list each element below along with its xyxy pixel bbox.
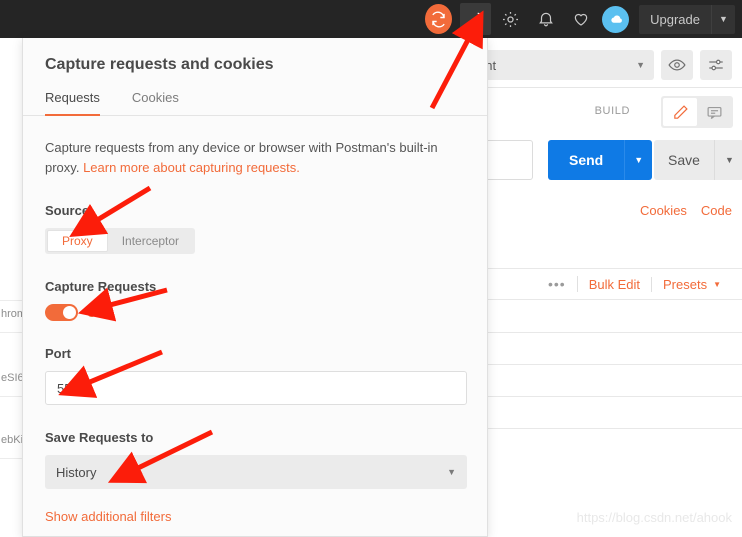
modal-tab-bar: Requests Cookies [23,90,487,116]
sidebar-fragment-column: hrom eSI6 ebKit [0,38,22,537]
show-additional-filters-link[interactable]: Show additional filters [45,509,465,524]
send-button-group[interactable]: Send ▼ [548,140,653,180]
sidebar-fragment-0: hrom [1,308,22,320]
favorites-button[interactable] [565,3,596,35]
settings-button[interactable] [495,3,526,35]
source-label: Source [45,203,90,219]
capture-toggle-row: ON [45,304,465,322]
sliders-icon-button[interactable] [700,50,732,80]
edit-mode-button[interactable] [663,98,697,126]
cloud-icon [610,15,622,23]
satellite-icon [468,12,483,26]
save-requests-to-label: Save Requests to [45,430,154,446]
chevron-down-icon: ▼ [447,467,456,478]
send-button[interactable]: Send [548,140,625,180]
save-requests-to-value: History [56,464,97,480]
code-link[interactable]: Code [701,203,732,218]
port-input[interactable]: 5555 [45,371,467,406]
presets-label: Presets [663,276,708,292]
port-input-value: 5555 [57,380,86,396]
presets-link[interactable]: Presets ▼ [652,277,732,292]
chevron-down-icon: ▼ [713,279,721,289]
save-button-group[interactable]: Save ▼ [654,140,742,180]
eye-icon [668,59,686,71]
capture-requests-label: Capture Requests [45,279,157,295]
app-root: vironment ▼ BUILD [0,0,742,537]
bell-icon [538,12,553,27]
capture-requests-button[interactable] [460,3,492,35]
watermark: https://blog.csdn.net/ahook [576,510,732,525]
request-links: Cookies Code [640,203,732,218]
topbar-icon-group: Upgrade ▼ [423,0,742,38]
gear-icon [503,11,519,27]
build-label: BUILD [594,105,630,117]
chevron-down-icon: ▼ [636,60,645,70]
capture-requests-modal: Capture requests and cookies Requests Co… [22,38,488,537]
save-button[interactable]: Save [654,140,714,180]
source-segmented-control[interactable]: Proxy Interceptor [45,228,196,255]
cookies-link[interactable]: Cookies [640,203,687,218]
port-label: Port [45,346,71,362]
top-navigation-bar: Upgrade ▼ [0,0,742,38]
bulk-edit-link[interactable]: Bulk Edit [578,276,652,292]
upgrade-button[interactable]: Upgrade [639,5,711,34]
source-option-proxy[interactable]: Proxy [47,230,108,253]
toggle-knob [63,306,76,320]
sync-badge [425,4,453,34]
sidebar-fragment-2: ebKit [1,434,22,446]
capture-toggle-state-label: ON [87,305,105,320]
modal-title: Capture requests and cookies [45,56,274,73]
save-requests-to-select[interactable]: History ▼ [45,455,467,490]
eye-icon-button[interactable] [661,50,693,80]
pencil-icon [673,104,688,119]
more-options-icon[interactable]: ••• [537,276,578,292]
sidebar-fragment-1: eSI6 [1,372,22,384]
comment-icon [707,106,721,119]
sync-button[interactable] [425,3,456,35]
capture-requests-toggle[interactable] [45,304,78,322]
learn-more-link[interactable]: Learn more about capturing requests. [83,160,300,175]
upgrade-button-group[interactable]: Upgrade ▼ [639,4,735,34]
modal-body: Capture requests from any device or brow… [23,116,487,524]
comment-mode-button[interactable] [697,98,731,126]
sync-icon [432,11,445,27]
save-dropdown-caret-icon[interactable]: ▼ [713,140,742,180]
account-button[interactable] [602,5,630,33]
chevron-down-icon[interactable]: ▼ [711,4,735,34]
modal-description: Capture requests from any device or brow… [45,138,445,178]
build-mode-toggle[interactable] [661,96,733,128]
heart-icon [574,13,587,26]
tab-requests[interactable]: Requests [45,90,100,116]
tab-cookies[interactable]: Cookies [132,90,179,116]
notifications-button[interactable] [530,3,561,35]
sliders-icon [709,59,723,71]
send-dropdown-caret-icon[interactable]: ▼ [624,140,653,180]
source-option-interceptor[interactable]: Interceptor [108,230,193,252]
